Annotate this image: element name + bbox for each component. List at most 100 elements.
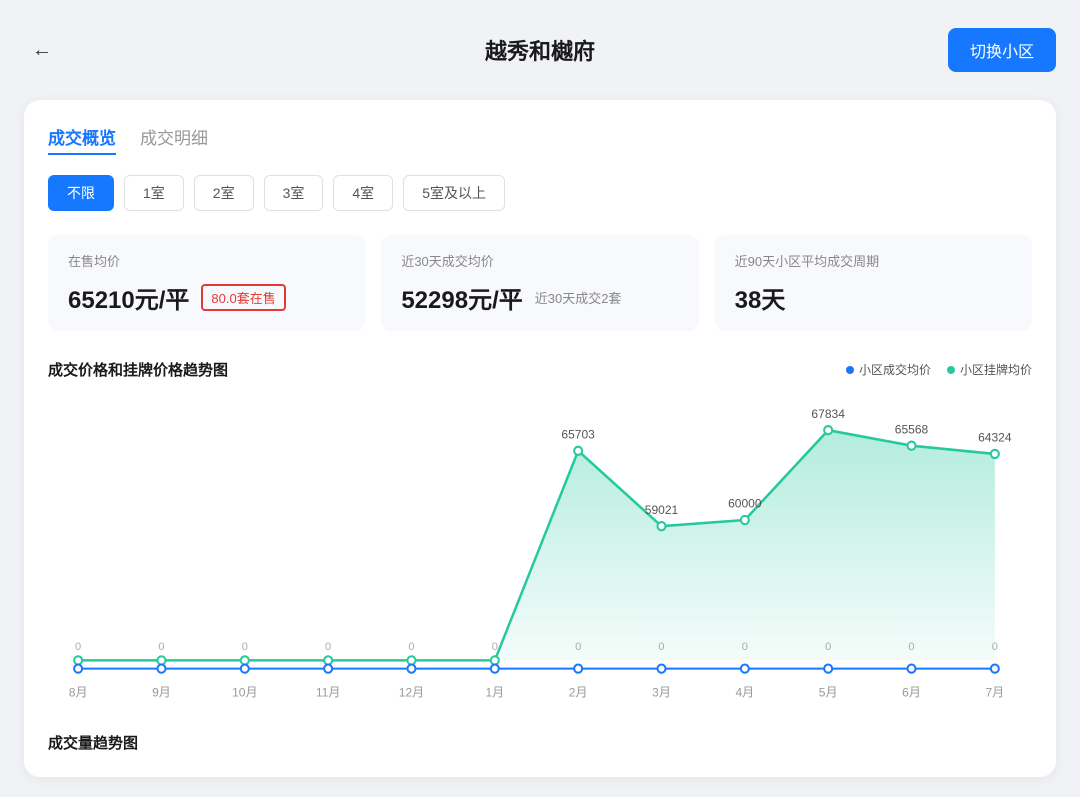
x-label-9: 5月 <box>819 685 838 699</box>
zero-label-5: 0 <box>492 641 498 653</box>
x-label-6: 2月 <box>569 685 588 699</box>
stat-value-cycle: 38天 <box>735 280 786 315</box>
chart-container: 65703 59021 60000 67834 65568 64324 0 0 … <box>48 392 1032 712</box>
x-label-7: 3月 <box>652 685 671 699</box>
chart-header: 成交价格和挂牌价格趋势图 小区成交均价 小区挂牌均价 <box>48 359 1032 380</box>
green-dot-4 <box>407 656 415 664</box>
legend-dot-listing <box>947 366 955 374</box>
blue-dot-2 <box>241 665 249 673</box>
blue-dot-5 <box>491 665 499 673</box>
legend-item-transaction: 小区成交均价 <box>846 361 931 378</box>
listing-badge: 80.0套在售 <box>201 284 285 311</box>
label-67834: 67834 <box>811 407 845 421</box>
green-dot-8 <box>741 516 749 524</box>
stat-value-row-listing: 65210元/平 80.0套在售 <box>68 280 345 315</box>
blue-dot-3 <box>324 665 332 673</box>
legend-dot-transaction <box>846 366 854 374</box>
filter-2room[interactable]: 2室 <box>194 175 254 211</box>
stat-card-listing-price: 在售均价 65210元/平 80.0套在售 <box>48 235 365 331</box>
green-dot-0 <box>74 656 82 664</box>
blue-dot-8 <box>741 665 749 673</box>
x-label-10: 6月 <box>902 685 921 699</box>
stat-label-cycle: 近90天小区平均成交周期 <box>735 251 1012 270</box>
filter-row: 不限 1室 2室 3室 4室 5室及以上 <box>48 175 1032 211</box>
blue-dot-1 <box>157 665 165 673</box>
x-label-11: 7月 <box>985 685 1004 699</box>
zero-label-11: 0 <box>992 641 998 653</box>
chart-section: 成交价格和挂牌价格趋势图 小区成交均价 小区挂牌均价 <box>48 359 1032 712</box>
tab-detail[interactable]: 成交明细 <box>140 124 208 155</box>
green-dot-1 <box>157 656 165 664</box>
filter-3room[interactable]: 3室 <box>264 175 324 211</box>
stat-value-listing: 65210元/平 <box>68 280 189 315</box>
page-container: ← 越秀和樾府 切换小区 成交概览 成交明细 不限 1室 2室 3室 4室 5室… <box>0 0 1080 797</box>
zero-label-3: 0 <box>325 641 331 653</box>
chart-legend: 小区成交均价 小区挂牌均价 <box>846 361 1032 378</box>
zero-label-9: 0 <box>825 641 831 653</box>
blue-dot-7 <box>657 665 665 673</box>
green-dot-11 <box>991 450 999 458</box>
header: ← 越秀和樾府 切换小区 <box>24 20 1056 80</box>
chart-green-fill <box>78 430 995 660</box>
blue-dot-4 <box>407 665 415 673</box>
zero-label-0: 0 <box>75 641 81 653</box>
label-59021: 59021 <box>645 503 679 517</box>
chart-svg: 65703 59021 60000 67834 65568 64324 0 0 … <box>48 392 1032 712</box>
zero-label-4: 0 <box>408 641 414 653</box>
filter-4room[interactable]: 4室 <box>333 175 393 211</box>
green-dot-9 <box>824 426 832 434</box>
green-dot-2 <box>241 656 249 664</box>
stat-card-cycle: 近90天小区平均成交周期 38天 <box>715 235 1032 331</box>
switch-community-button[interactable]: 切换小区 <box>948 28 1056 72</box>
zero-label-6: 0 <box>575 641 581 653</box>
stat-label-transaction: 近30天成交均价 <box>401 251 678 270</box>
zero-label-8: 0 <box>742 641 748 653</box>
filter-all[interactable]: 不限 <box>48 175 114 211</box>
x-label-1: 9月 <box>152 685 171 699</box>
label-65568: 65568 <box>895 422 929 436</box>
green-dot-7 <box>657 522 665 530</box>
x-label-8: 4月 <box>735 685 754 699</box>
zero-label-7: 0 <box>658 641 664 653</box>
x-label-5: 1月 <box>485 685 504 699</box>
legend-label-listing: 小区挂牌均价 <box>960 361 1032 378</box>
green-dot-5 <box>491 656 499 664</box>
back-button[interactable]: ← <box>24 32 60 68</box>
main-card: 成交概览 成交明细 不限 1室 2室 3室 4室 5室及以上 在售均价 6521… <box>24 100 1056 777</box>
x-label-4: 12月 <box>399 685 424 699</box>
blue-dot-0 <box>74 665 82 673</box>
legend-item-listing: 小区挂牌均价 <box>947 361 1032 378</box>
x-label-3: 11月 <box>316 685 341 699</box>
stat-value-row-cycle: 38天 <box>735 280 1012 315</box>
legend-label-transaction: 小区成交均价 <box>859 361 931 378</box>
stat-label-listing: 在售均价 <box>68 251 345 270</box>
zero-label-10: 0 <box>908 641 914 653</box>
zero-label-1: 0 <box>158 641 164 653</box>
filter-1room[interactable]: 1室 <box>124 175 184 211</box>
back-icon: ← <box>32 39 52 62</box>
zero-label-2: 0 <box>242 641 248 653</box>
chart-title: 成交价格和挂牌价格趋势图 <box>48 359 228 380</box>
label-60000: 60000 <box>728 496 762 510</box>
label-64324: 64324 <box>978 430 1012 444</box>
green-dot-3 <box>324 656 332 664</box>
x-label-2: 10月 <box>232 685 257 699</box>
x-label-0: 8月 <box>69 685 88 699</box>
blue-dot-9 <box>824 665 832 673</box>
blue-dot-6 <box>574 665 582 673</box>
page-title: 越秀和樾府 <box>485 34 595 66</box>
blue-dot-10 <box>907 665 915 673</box>
blue-dot-11 <box>991 665 999 673</box>
green-dot-10 <box>907 442 915 450</box>
label-65703: 65703 <box>561 427 595 441</box>
stats-row: 在售均价 65210元/平 80.0套在售 近30天成交均价 52298元/平 … <box>48 235 1032 331</box>
filter-5room[interactable]: 5室及以上 <box>403 175 505 211</box>
green-dot-6 <box>574 447 582 455</box>
bottom-section-title: 成交量趋势图 <box>48 732 1032 753</box>
tab-overview[interactable]: 成交概览 <box>48 124 116 155</box>
stat-sub-transaction: 近30天成交2套 <box>535 288 622 307</box>
tab-row: 成交概览 成交明细 <box>48 124 1032 155</box>
stat-value-row-transaction: 52298元/平 近30天成交2套 <box>401 280 678 315</box>
stat-card-transaction-price: 近30天成交均价 52298元/平 近30天成交2套 <box>381 235 698 331</box>
stat-value-transaction: 52298元/平 <box>401 280 522 315</box>
